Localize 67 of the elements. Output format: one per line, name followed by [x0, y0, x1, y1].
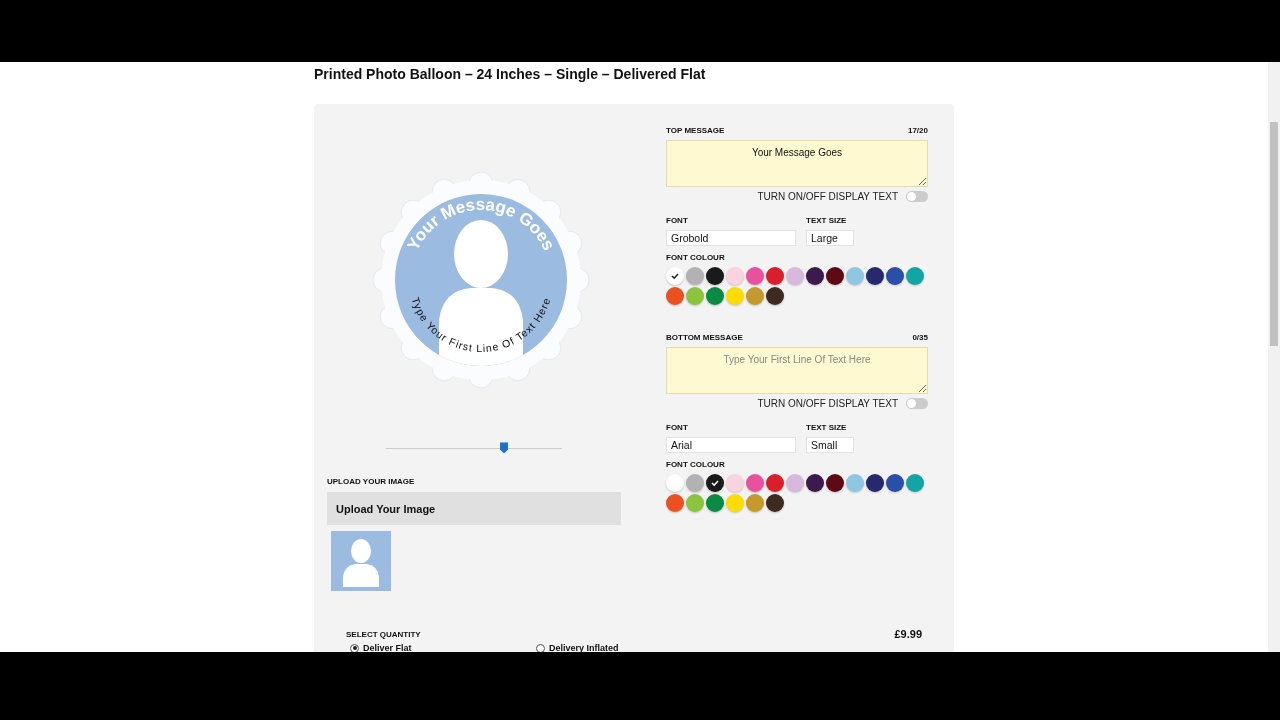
colour-swatch[interactable] [686, 287, 704, 305]
message-input[interactable]: Type Your First Line Of Text Here [666, 347, 928, 394]
colour-swatch[interactable] [766, 474, 784, 492]
font-colour-label: FONT COLOUR [666, 460, 726, 469]
colour-swatch[interactable] [746, 494, 764, 512]
colour-swatch[interactable] [766, 287, 784, 305]
character-count: 0/35 [912, 333, 928, 342]
font-colour-label: FONT COLOUR [666, 253, 726, 262]
colour-swatch[interactable] [666, 474, 684, 492]
slider-thumb[interactable] [499, 442, 508, 454]
font-label: FONT [666, 423, 689, 432]
colour-swatch[interactable] [786, 474, 804, 492]
colour-swatch[interactable] [826, 474, 844, 492]
quantity-label: SELECT QUANTITY [346, 629, 421, 639]
message-label: BOTTOM MESSAGE [666, 333, 743, 342]
colour-swatch[interactable] [846, 474, 864, 492]
colour-swatch[interactable] [866, 474, 884, 492]
display-toggle[interactable] [906, 398, 928, 409]
colour-swatch[interactable] [746, 267, 764, 285]
colour-swatch[interactable] [806, 267, 824, 285]
toggle-label: TURN ON/OFF DISPLAY TEXT [757, 191, 898, 202]
text-size-label: TEXT SIZE [806, 423, 848, 432]
message-input[interactable]: Your Message Goes [666, 140, 928, 187]
text-size-select[interactable]: Small [806, 437, 854, 453]
colour-swatch[interactable] [846, 267, 864, 285]
colour-swatch[interactable] [706, 287, 724, 305]
colour-swatch[interactable] [886, 267, 904, 285]
colour-swatch[interactable] [906, 474, 924, 492]
text-size-label: TEXT SIZE [806, 216, 848, 225]
colour-swatch[interactable] [766, 267, 784, 285]
upload-label: UPLOAD YOUR IMAGE [327, 477, 415, 486]
colour-swatch[interactable] [886, 474, 904, 492]
colour-swatch[interactable] [766, 494, 784, 512]
price: £9.99 [894, 628, 922, 640]
colour-swatch[interactable] [786, 267, 804, 285]
text-size-select[interactable]: Large [806, 230, 854, 246]
colour-swatch[interactable] [686, 267, 704, 285]
colour-swatch[interactable] [746, 287, 764, 305]
colour-swatch[interactable] [726, 474, 744, 492]
colour-swatch[interactable] [806, 474, 824, 492]
colour-swatch[interactable] [746, 474, 764, 492]
colour-swatch[interactable] [726, 494, 744, 512]
colour-swatch[interactable] [686, 474, 704, 492]
colour-swatch[interactable] [826, 267, 844, 285]
colour-swatch[interactable] [686, 494, 704, 512]
colour-swatch[interactable] [706, 267, 724, 285]
font-label: FONT [666, 216, 689, 225]
avatar-thumbnail [331, 531, 391, 591]
message-label: TOP MESSAGE [666, 126, 725, 135]
character-count: 17/20 [907, 126, 928, 135]
colour-swatch[interactable] [666, 267, 684, 285]
colour-swatch[interactable] [726, 267, 744, 285]
scrollbar[interactable] [1268, 62, 1280, 652]
colour-swatch[interactable] [906, 267, 924, 285]
upload-button[interactable]: Upload Your Image [327, 492, 621, 525]
colour-swatch[interactable] [866, 267, 884, 285]
font-select[interactable]: Grobold [666, 230, 796, 246]
colour-swatch[interactable] [706, 474, 724, 492]
display-toggle[interactable] [906, 191, 928, 202]
product-title: Printed Photo Balloon – 24 Inches – Single – Delivered Flat [314, 66, 707, 84]
colour-swatch[interactable] [706, 494, 724, 512]
colour-swatch[interactable] [666, 494, 684, 512]
font-select[interactable]: Arial [666, 437, 796, 453]
colour-swatch[interactable] [666, 287, 684, 305]
toggle-label: TURN ON/OFF DISPLAY TEXT [757, 398, 898, 409]
zoom-slider[interactable] [386, 442, 562, 456]
colour-swatch[interactable] [726, 287, 744, 305]
